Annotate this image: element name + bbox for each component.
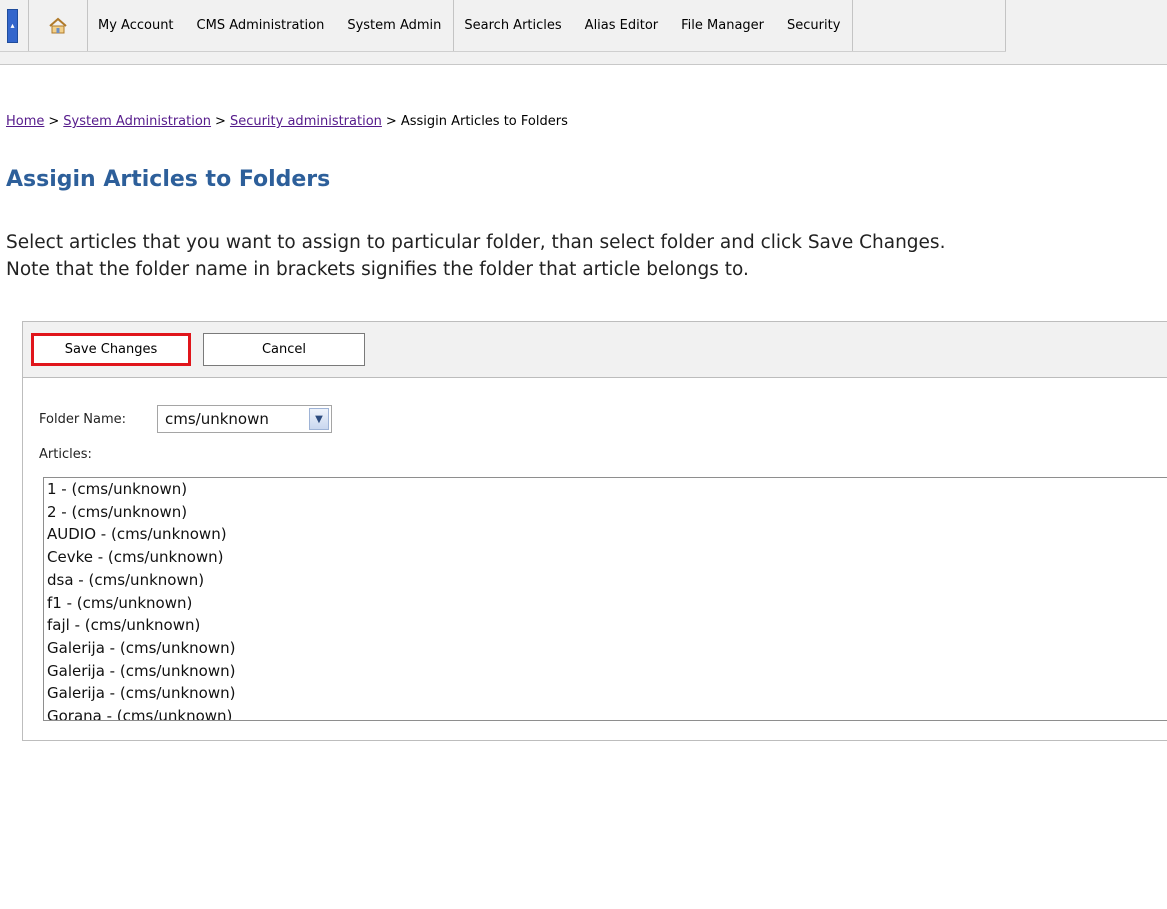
- breadcrumb-current: Assigin Articles to Folders: [400, 114, 568, 129]
- menu-item-my-account[interactable]: My Account: [98, 18, 174, 33]
- folder-select-value: cms/unknown: [165, 410, 269, 428]
- menu-item-system-admin[interactable]: System Admin: [347, 18, 441, 33]
- article-option[interactable]: f1 - (cms/unknown): [44, 592, 1167, 615]
- breadcrumb: Home > System Administration > Security admi…: [6, 114, 568, 129]
- page-description: Select articles that you want to assign …: [6, 229, 1167, 283]
- assign-panel: Save Changes Cancel Folder Name: cms/unk…: [22, 321, 1167, 741]
- article-option[interactable]: Galerija - (cms/unknown): [44, 682, 1167, 705]
- breadcrumb-home-link[interactable]: Home: [6, 114, 44, 129]
- menu-item-cms-administration[interactable]: CMS Administration: [197, 18, 325, 33]
- folder-name-label: Folder Name:: [39, 412, 127, 427]
- article-option[interactable]: 2 - (cms/unknown): [44, 501, 1167, 524]
- article-option[interactable]: Galerija - (cms/unknown): [44, 660, 1167, 683]
- home-icon: [49, 17, 67, 33]
- articles-label: Articles:: [39, 447, 92, 462]
- description-line-2: Note that the folder name in brackets si…: [6, 259, 749, 280]
- home-button[interactable]: [28, 0, 88, 51]
- article-option[interactable]: 1 - (cms/unknown): [44, 478, 1167, 501]
- top-toolbar: ▴ My Account CMS Administration System Adm…: [0, 0, 1167, 65]
- menu-item-alias-editor[interactable]: Alias Editor: [585, 18, 658, 33]
- chevron-down-icon[interactable]: ▼: [309, 408, 329, 430]
- toolbar-handle-area: ▴: [0, 0, 28, 51]
- menu-item-search-articles[interactable]: Search Articles: [464, 18, 561, 33]
- menu-item-file-manager[interactable]: File Manager: [681, 18, 764, 33]
- folder-name-select[interactable]: cms/unknown ▼: [157, 405, 332, 433]
- panel-toolbar: Save Changes Cancel: [23, 322, 1167, 378]
- menu-strip: ▴ My Account CMS Administration System Adm…: [0, 0, 1007, 52]
- article-option[interactable]: AUDIO - (cms/unknown): [44, 523, 1167, 546]
- save-changes-button[interactable]: Save Changes: [31, 333, 191, 366]
- menu-item-security[interactable]: Security: [787, 18, 840, 33]
- menu-empty-area: [853, 0, 1007, 51]
- article-option[interactable]: Galerija - (cms/unknown): [44, 637, 1167, 660]
- breadcrumb-separator: >: [385, 114, 397, 129]
- page-title: Assigin Articles to Folders: [6, 167, 331, 192]
- article-option[interactable]: Cevke - (cms/unknown): [44, 546, 1167, 569]
- breadcrumb-separator: >: [48, 114, 60, 129]
- collapse-handle-icon[interactable]: ▴: [7, 8, 18, 43]
- article-option[interactable]: Gorana - (cms/unknown): [44, 705, 1167, 720]
- menu-group-tools: Search Articles Alias Editor File Manager S…: [454, 0, 854, 51]
- article-option[interactable]: fajl - (cms/unknown): [44, 614, 1167, 637]
- breadcrumb-system-admin-link[interactable]: System Administration: [63, 114, 211, 129]
- menu-group-account: My Account CMS Administration System Admin: [88, 0, 455, 51]
- breadcrumb-security-admin-link[interactable]: Security administration: [230, 114, 382, 129]
- breadcrumb-separator: >: [215, 114, 226, 129]
- cancel-button[interactable]: Cancel: [203, 333, 365, 366]
- articles-listbox[interactable]: 1 - (cms/unknown) 2 - (cms/unknown) AUDIO …: [43, 477, 1167, 721]
- description-line-1: Select articles that you want to assign …: [6, 232, 946, 253]
- article-option[interactable]: dsa - (cms/unknown): [44, 569, 1167, 592]
